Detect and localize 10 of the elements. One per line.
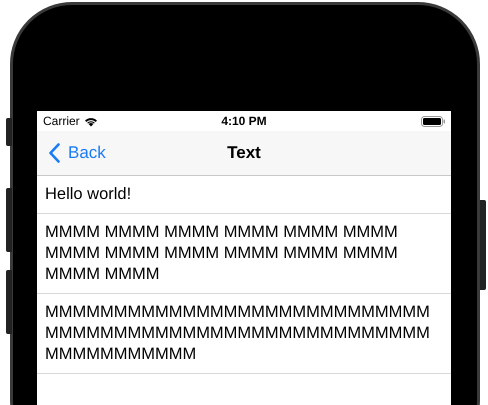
back-button[interactable]: Back — [49, 131, 106, 175]
carrier-label: Carrier — [43, 113, 80, 130]
row-text: Hello world! — [45, 184, 132, 205]
nav-title: Text — [227, 142, 261, 164]
chevron-left-icon — [49, 143, 60, 163]
row-text: MMMMMMMMMMMMMMMMMMMMMMMMMMMMMMMMMMMMMMMMMMMMMMMMMMMMMMMMMMMMMMMMMMM — [45, 302, 431, 365]
battery-icon — [421, 116, 445, 126]
wifi-icon — [84, 116, 98, 126]
status-time: 4:10 PM — [220, 113, 268, 130]
row-text: MMMM MMMM MMMM MMMM MMMM MMMM MMMM MMMM MMMM MMMM MMMM MMMM MMMM MMMM — [45, 222, 399, 285]
